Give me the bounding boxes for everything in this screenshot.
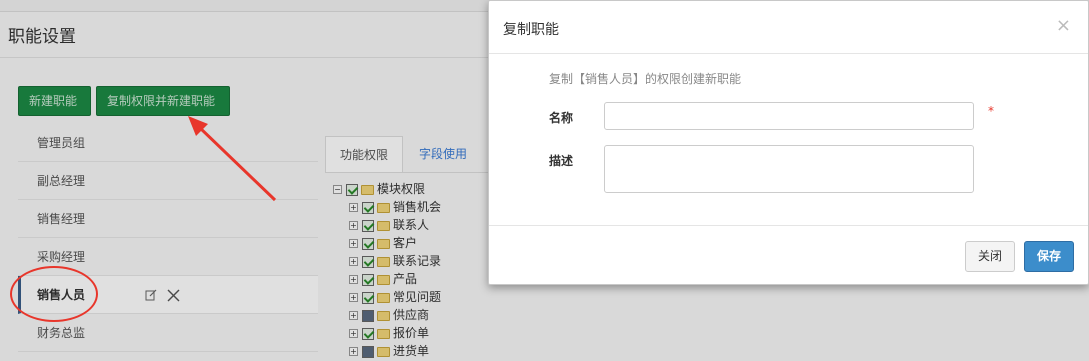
description-label: 描述 [549, 154, 574, 168]
name-label: 名称 [549, 111, 574, 125]
modal-body: 复制【销售人员】的权限创建新职能 名称 * 描述 [489, 54, 1088, 225]
close-button[interactable]: 关闭 [965, 241, 1015, 272]
save-button[interactable]: 保存 [1024, 241, 1074, 272]
close-icon[interactable]: × [1056, 15, 1071, 36]
modal-title: 复制职能 [503, 22, 559, 38]
modal-header: 复制职能 × [489, 1, 1088, 54]
required-mark: * [988, 104, 994, 118]
modal-footer: 关闭 保存 [489, 225, 1088, 285]
annotation-circle [10, 266, 98, 322]
modal-hint: 复制【销售人员】的权限创建新职能 [549, 72, 742, 86]
description-textarea[interactable] [604, 145, 974, 193]
copy-role-modal: 复制职能 × 复制【销售人员】的权限创建新职能 名称 * 描述 关闭 保存 [488, 0, 1089, 285]
name-input[interactable] [604, 102, 974, 130]
